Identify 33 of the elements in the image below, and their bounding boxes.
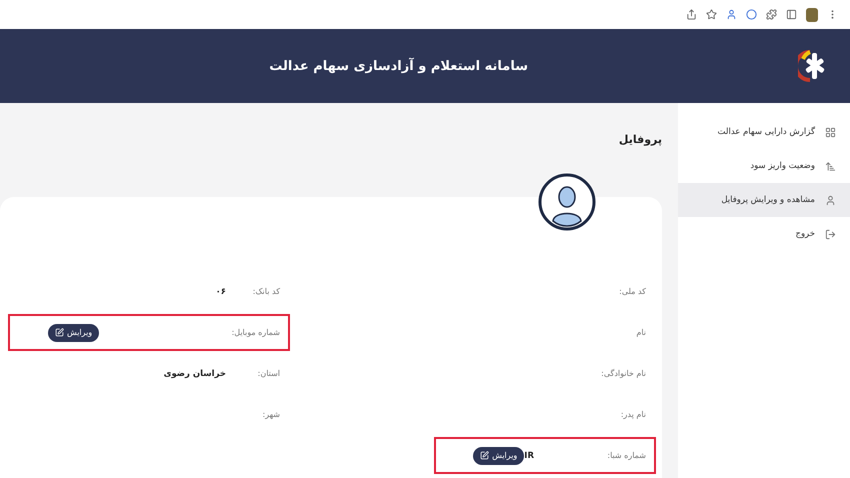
field-label: نام خانوادگی: <box>601 369 646 378</box>
star-icon[interactable] <box>706 9 717 20</box>
logout-icon <box>825 228 836 240</box>
field-value: خراسان رضوی <box>164 368 226 378</box>
site-title: سامانه استعلام و آزادسازی سهام عدالت <box>269 58 528 74</box>
field-label: نام پدر: <box>620 410 646 419</box>
arrows-icon <box>825 160 836 172</box>
edit-button[interactable]: ویرایش <box>48 324 100 342</box>
circle-icon[interactable] <box>746 9 757 20</box>
field-label: شماره موبایل: <box>232 328 280 337</box>
grid-icon <box>825 126 836 138</box>
edit-icon <box>55 328 64 337</box>
panel-icon[interactable] <box>786 9 797 20</box>
field-value: ۰۶ <box>216 286 226 296</box>
field-label: شهر: <box>262 410 280 419</box>
puzzle-icon[interactable] <box>766 9 777 20</box>
sidebar-item[interactable]: خروج <box>678 217 850 251</box>
sidebar-item[interactable]: مشاهده و ویرایش پروفایل <box>678 183 850 217</box>
avatar-icon[interactable] <box>806 8 818 22</box>
user-icon <box>825 194 836 206</box>
user-icon[interactable] <box>726 9 737 20</box>
field-label: استان: <box>256 369 280 378</box>
edit-button[interactable]: ویرایش <box>473 446 524 464</box>
field-value: IR <box>524 450 534 460</box>
sidebar-item[interactable]: وضعیت واریز سود <box>678 149 850 183</box>
share-icon[interactable] <box>686 9 697 20</box>
field-label: شماره شبا: <box>606 451 646 460</box>
field-label: کد ملی: <box>618 287 646 296</box>
page-title: پروفایل <box>618 133 662 148</box>
edit-icon <box>480 451 490 460</box>
field-label: کد بانک: <box>252 287 280 296</box>
sidebar-item[interactable]: گزارش دارایی سهام عدالت <box>678 115 850 149</box>
field-label: نام <box>635 328 646 337</box>
